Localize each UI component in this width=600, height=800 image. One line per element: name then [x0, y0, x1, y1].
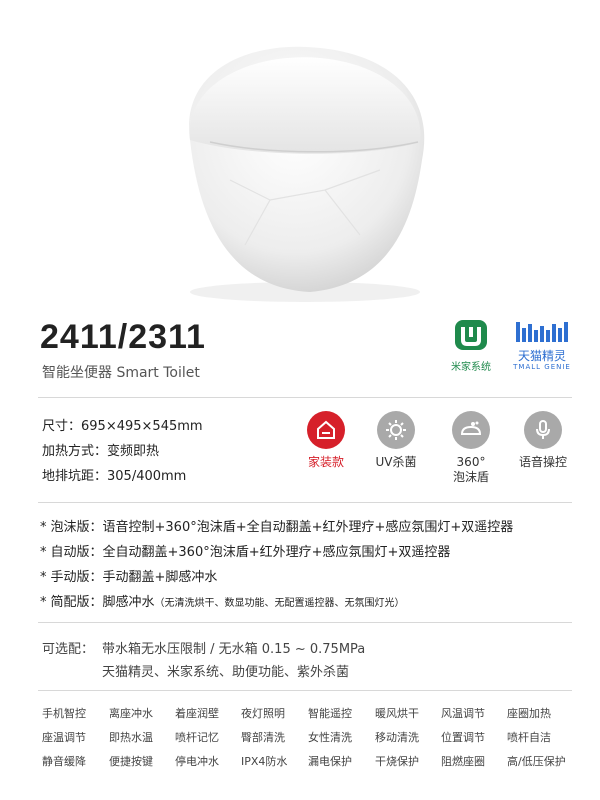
house-icon [307, 411, 345, 449]
feature-label: 语音操控 [518, 455, 567, 469]
model-number: 2411/2311 [40, 318, 206, 356]
version-auto: * 自动版：全自动翻盖+360°泡沫盾+红外理疗+感应氛围灯+双遥控器 [40, 541, 450, 560]
function-item: 夜灯照明 [241, 707, 285, 720]
version-name: 手动版： [50, 570, 103, 585]
bullet-star: * [40, 595, 47, 610]
spec-label: 尺寸： [42, 419, 82, 434]
spec-value: 305/400mm [107, 469, 187, 484]
feature-label-line1: 360° [456, 455, 486, 469]
function-item: 女性清洗 [308, 731, 352, 744]
function-item: 干烧保护 [375, 755, 419, 768]
bullet-star: * [40, 545, 47, 560]
function-item: 智能遥控 [308, 707, 352, 720]
optional-line1: 带水箱无水压限制 / 无水箱 0.15 ~ 0.75MPa [102, 642, 366, 657]
mijia-icon [455, 320, 487, 350]
version-foam: * 泡沫版：语音控制+360°泡沫盾+全自动翻盖+红外理疗+感应氛围灯+双遥控器 [40, 516, 513, 535]
version-desc: 全自动翻盖+360°泡沫盾+红外理疗+感应氛围灯+双遥控器 [102, 545, 451, 560]
feature-label: UV杀菌 [375, 455, 417, 469]
tmall-label: 天猫精灵 [517, 349, 566, 363]
sun-icon [377, 411, 415, 449]
function-item: 手机智控 [42, 707, 86, 720]
mijia-label: 米家系统 [451, 362, 491, 373]
version-name: 简配版： [50, 595, 103, 610]
function-item: 臀部清洗 [241, 731, 285, 744]
optional-label: 可选配： [42, 642, 95, 657]
product-image [189, 46, 425, 302]
function-item: 暖风烘干 [375, 707, 419, 720]
feature-label: 360° 泡沫盾 [436, 455, 506, 485]
function-item: 喷杆记忆 [175, 731, 219, 744]
function-item: 座温调节 [42, 731, 86, 744]
version-desc: 脚感冲水 [102, 595, 155, 610]
function-item: 即热水温 [109, 731, 153, 744]
function-item: 移动清洗 [375, 731, 419, 744]
divider [38, 397, 572, 398]
tmall-sub-label: TMALL GENIE [513, 363, 571, 371]
spec-label: 地排坑距： [42, 469, 108, 484]
spec-size: 尺寸：695×495×545mm [42, 415, 203, 434]
feature-foam: 360° 泡沫盾 [436, 411, 506, 485]
function-item: 座圈加热 [507, 707, 551, 720]
divider [38, 502, 572, 503]
function-item: 便捷按键 [109, 755, 153, 768]
version-basic: * 简配版：脚感冲水（无清洗烘干、数显功能、无配置遥控器、无氛围灯光） [40, 591, 405, 610]
spec-rough-in: 地排坑距：305/400mm [42, 465, 186, 484]
optional-line2: 天猫精灵、米家系统、助便功能、紫外杀菌 [102, 665, 350, 680]
version-name: 自动版： [50, 545, 103, 560]
feature-label-line2: 泡沫盾 [452, 470, 489, 484]
tmall-genie-logo: 天猫精灵 TMALL GENIE [506, 318, 578, 371]
bullet-star: * [40, 570, 47, 585]
function-item: 漏电保护 [308, 755, 352, 768]
version-manual: * 手动版：手动翻盖+脚感冲水 [40, 566, 217, 585]
feature-voice: 语音操控 [508, 411, 578, 470]
bullet-star: * [40, 520, 47, 535]
spec-value: 变频即热 [107, 444, 160, 459]
foam-shield-icon [452, 411, 490, 449]
function-item: 停电冲水 [175, 755, 219, 768]
tmall-genie-icon [516, 322, 568, 342]
spec-label: 加热方式： [42, 444, 108, 459]
feature-home: 家装款 [291, 411, 361, 470]
function-item: 风温调节 [441, 707, 485, 720]
feature-uv: UV杀菌 [361, 411, 431, 470]
product-subtitle: 智能坐便器 Smart Toilet [42, 365, 200, 381]
function-item: IPX4防水 [241, 755, 288, 768]
version-name: 泡沫版： [50, 520, 103, 535]
divider [38, 622, 572, 623]
spec-value: 695×495×545mm [81, 419, 203, 434]
version-desc: 手动翻盖+脚感冲水 [102, 570, 218, 585]
function-item: 着座润壁 [175, 707, 219, 720]
function-item: 离座冲水 [109, 707, 153, 720]
function-item: 高/低压保护 [507, 755, 566, 768]
divider [38, 690, 572, 691]
function-item: 位置调节 [441, 731, 485, 744]
mijia-logo: 米家系统 [436, 318, 506, 373]
spec-heating: 加热方式：变频即热 [42, 440, 159, 459]
version-desc: 语音控制+360°泡沫盾+全自动翻盖+红外理疗+感应氛围灯+双遥控器 [102, 520, 514, 535]
function-item: 喷杆自洁 [507, 731, 551, 744]
function-item: 阻燃座圈 [441, 755, 485, 768]
function-item: 静音缓降 [42, 755, 86, 768]
version-note: （无清洗烘干、数显功能、无配置遥控器、无氛围灯光） [154, 598, 405, 609]
feature-label: 家装款 [307, 455, 344, 469]
microphone-icon [524, 411, 562, 449]
